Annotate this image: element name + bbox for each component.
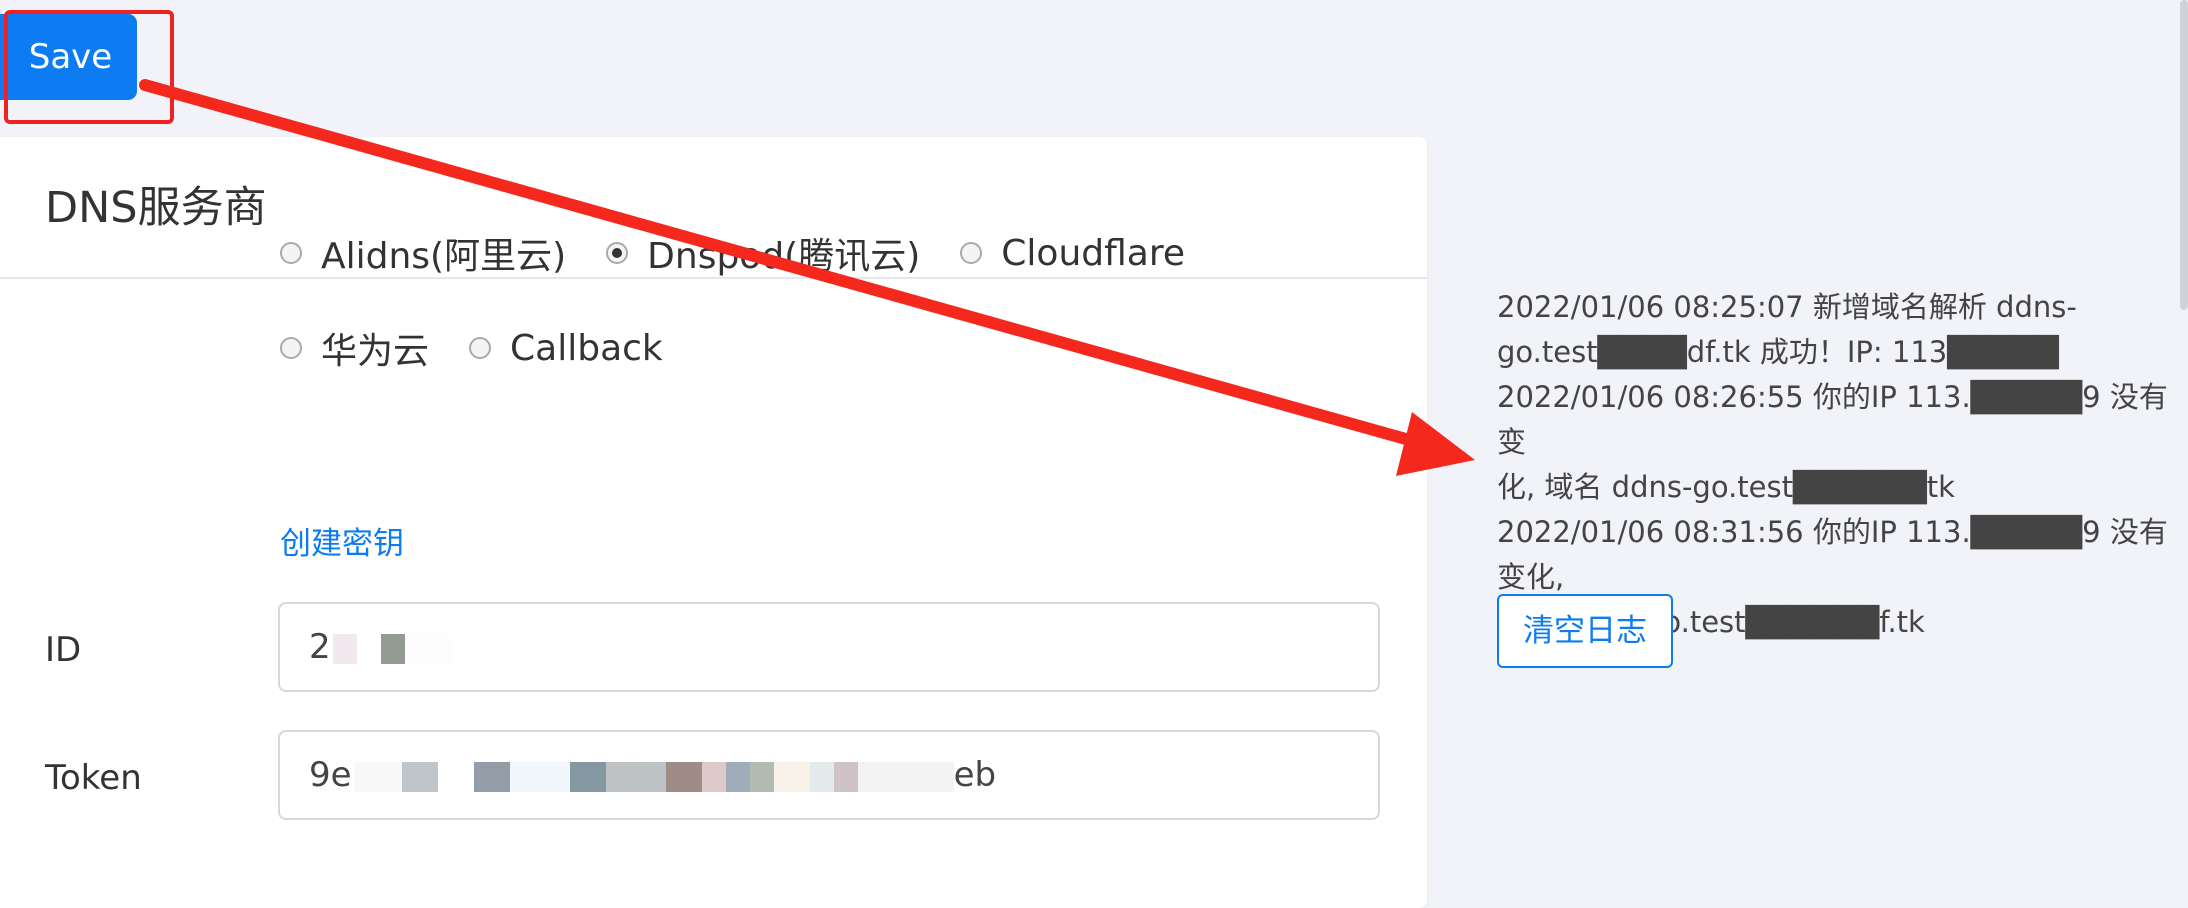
redacted-blur bbox=[332, 633, 453, 664]
radio-label: Cloudflare bbox=[1001, 232, 1186, 274]
radio-dot-selected bbox=[606, 242, 629, 264]
radio-row: Alidns(阿里云) Dnspod(腾讯云) Cloudflare bbox=[280, 203, 1280, 303]
token-label: Token bbox=[45, 758, 142, 798]
create-key-link[interactable]: 创建密钥 bbox=[280, 518, 404, 563]
id-input[interactable]: 2 bbox=[278, 602, 1380, 692]
radio-cloudflare[interactable]: Cloudflare bbox=[960, 233, 1185, 274]
radio-dnspod[interactable]: Dnspod(腾讯云) bbox=[606, 227, 920, 279]
redacted-blur bbox=[353, 761, 954, 792]
token-suffix: eb bbox=[953, 755, 997, 795]
radio-dot bbox=[280, 337, 302, 359]
log-line: 化, 域名 ddns-go.test██████tk bbox=[1497, 470, 1955, 504]
radio-callback[interactable]: Callback bbox=[469, 328, 663, 369]
ddns-settings-page: Save DNS服务商 Alidns(阿里云) Dnspod(腾讯云) Clou… bbox=[0, 0, 2188, 908]
log-line: 2022/01/06 08:31:56 你的IP 113.█████9 没有变化… bbox=[1497, 515, 2168, 594]
radio-dot bbox=[469, 337, 492, 359]
radio-label: Alidns(阿里云) bbox=[321, 236, 567, 277]
radio-huawei[interactable]: 华为云 bbox=[280, 322, 429, 374]
token-value: 9e bbox=[309, 755, 352, 795]
provider-radio-group: Alidns(阿里云) Dnspod(腾讯云) Cloudflare 华为云 C… bbox=[280, 203, 1280, 393]
token-input[interactable]: 9e eb bbox=[278, 730, 1380, 820]
log-line: 2022/01/06 08:26:55 你的IP 113.█████9 没有变 bbox=[1497, 380, 2168, 459]
radio-alidns[interactable]: Alidns(阿里云) bbox=[280, 227, 566, 279]
radio-dot bbox=[280, 242, 302, 264]
radio-label: Dnspod(腾讯云) bbox=[647, 236, 921, 277]
id-label: ID bbox=[45, 630, 82, 670]
scrollbar[interactable] bbox=[2180, 0, 2188, 310]
log-line: go.test████df.tk 成功！IP: 113█████ bbox=[1497, 335, 2059, 369]
id-value: 2 bbox=[309, 627, 331, 667]
radio-dot bbox=[960, 242, 983, 264]
log-line: 2022/01/06 08:25:07 新增域名解析 ddns- bbox=[1497, 290, 2077, 324]
clear-log-button[interactable]: 清空日志 bbox=[1497, 594, 1673, 668]
save-highlight-box bbox=[4, 10, 174, 124]
log-panel: 2022/01/06 08:25:07 新增域名解析 ddns- go.test… bbox=[1497, 285, 2177, 645]
radio-label: 华为云 bbox=[321, 331, 430, 372]
radio-row: 华为云 Callback bbox=[280, 303, 1280, 393]
radio-label: Callback bbox=[510, 327, 663, 369]
